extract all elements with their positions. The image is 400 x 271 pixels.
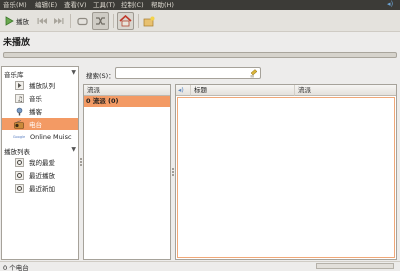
menubar: 音乐(M) 编辑(E) 查看(V) 工具(T) 控制(C) 帮助(H) ◂) [0,0,400,10]
sidebar-item-play-queue[interactable]: 播放队列 [2,79,78,91]
play-icon [5,16,14,26]
clear-search-icon[interactable] [249,68,259,78]
sidebar: 音乐库 ▼ 播放队列 ♫ 音乐 播客 电台 Google Online Muis… [1,66,79,260]
station-list-body[interactable] [177,97,395,258]
next-icon [53,18,63,24]
shuffle-button[interactable] [92,12,109,30]
menu-control[interactable]: 控制(C) [121,1,144,9]
chevron-down-icon[interactable]: ▼ [71,146,76,153]
new-station-button[interactable] [141,13,157,29]
toolbar-separator [138,14,139,28]
repeat-button[interactable] [74,13,90,29]
next-button[interactable] [51,13,65,29]
station-list: ◂) 标题 流派 [175,84,397,260]
new-folder-icon [143,16,155,26]
playlist-gear-icon [14,183,24,193]
list-item[interactable]: 0 流派 (0) [84,96,170,107]
volume-icon[interactable]: ◂) [387,0,393,8]
chevron-down-icon[interactable]: ▼ [71,69,76,76]
sidebar-item-recently-played[interactable]: 最近播放 [2,169,78,181]
play-button[interactable]: 播放 [2,13,32,29]
genre-column-header[interactable]: 流派 [294,85,396,96]
toolbar-separator [113,14,114,28]
sidebar-item-label: 播客 [29,108,42,116]
sidebar-item-radio[interactable]: 电台 [2,118,78,130]
sidebar-item-recently-added[interactable]: 最近新加 [2,182,78,194]
now-playing-title: 未播放 [3,38,31,48]
playback-progress-bar[interactable] [3,52,397,58]
sidebar-item-label: 音乐 [29,95,42,103]
music-note-icon: ♫ [14,93,24,103]
previous-icon [37,18,47,24]
sidebar-item-label: 最近新加 [29,185,55,193]
station-count-text: 0 个电台 [3,264,29,271]
sidebar-item-label: 最近播放 [29,172,55,180]
title-column-header[interactable]: 标题 [190,85,294,96]
play-button-label: 播放 [16,18,29,26]
menu-help[interactable]: 帮助(H) [151,1,174,9]
playlist-header[interactable]: 播放列表 [4,146,30,156]
menu-view[interactable]: 查看(V) [64,1,87,9]
sidebar-item-podcast[interactable]: 播客 [2,105,78,117]
radio-icon [14,119,24,129]
playlist-gear-icon [14,157,24,167]
sidebar-item-label: 我的最爱 [29,159,55,167]
podcast-icon [14,106,24,116]
sidebar-item-label: 电台 [29,121,42,129]
sidebar-item-online-music[interactable]: Google Online Muisc [2,131,78,143]
svg-text:♫: ♫ [17,95,23,103]
sidebar-item-music[interactable]: ♫ 音乐 [2,92,78,104]
search-label: 搜索(S)： [86,72,115,80]
play-queue-icon [14,80,24,90]
sidebar-item-favorites[interactable]: 我的最爱 [2,156,78,168]
search-input[interactable] [115,67,261,79]
now-playing-column-icon[interactable]: ◂) [176,85,190,96]
menu-tools[interactable]: 工具(T) [93,1,115,9]
genre-column-header[interactable]: 流派 [84,85,170,96]
home-icon [119,15,132,27]
browse-button[interactable] [117,12,134,30]
status-progress-bar [316,263,394,269]
repeat-icon [76,17,88,25]
previous-button[interactable] [35,13,49,29]
shuffle-icon [96,17,105,25]
library-header[interactable]: 音乐库 [4,69,24,79]
genre-list: 流派 0 流派 (0) [83,84,171,260]
menu-edit[interactable]: 编辑(E) [35,1,57,9]
sidebar-item-label: 播放队列 [29,82,55,90]
menu-music[interactable]: 音乐(M) [3,1,27,9]
sidebar-item-label: Online Muisc [30,133,72,141]
google-icon: Google [12,135,26,139]
playlist-gear-icon [14,170,24,180]
toolbar-separator [70,14,71,28]
